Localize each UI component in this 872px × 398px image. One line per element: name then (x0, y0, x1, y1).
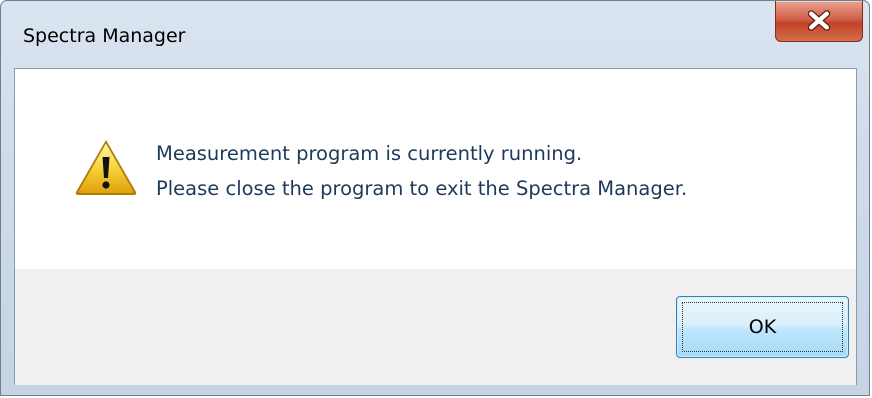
close-icon (807, 10, 831, 31)
ok-button[interactable]: OK (676, 296, 849, 358)
warning-icon (75, 140, 137, 195)
ok-button-label: OK (748, 316, 777, 338)
message-line-1: Measurement program is currently running… (156, 142, 583, 165)
message-line-2: Please close the program to exit the Spe… (156, 177, 688, 200)
title-bar[interactable]: Spectra Manager (1, 1, 869, 68)
button-bar: OK (15, 269, 856, 385)
message-area: Measurement program is currently running… (15, 69, 856, 269)
dialog-window: Spectra Manager Measurement program is c… (0, 0, 870, 396)
message-text: Measurement program is currently running… (156, 136, 687, 206)
window-title: Spectra Manager (23, 25, 186, 47)
close-button[interactable] (775, 1, 863, 42)
dialog-body: Measurement program is currently running… (14, 68, 857, 385)
